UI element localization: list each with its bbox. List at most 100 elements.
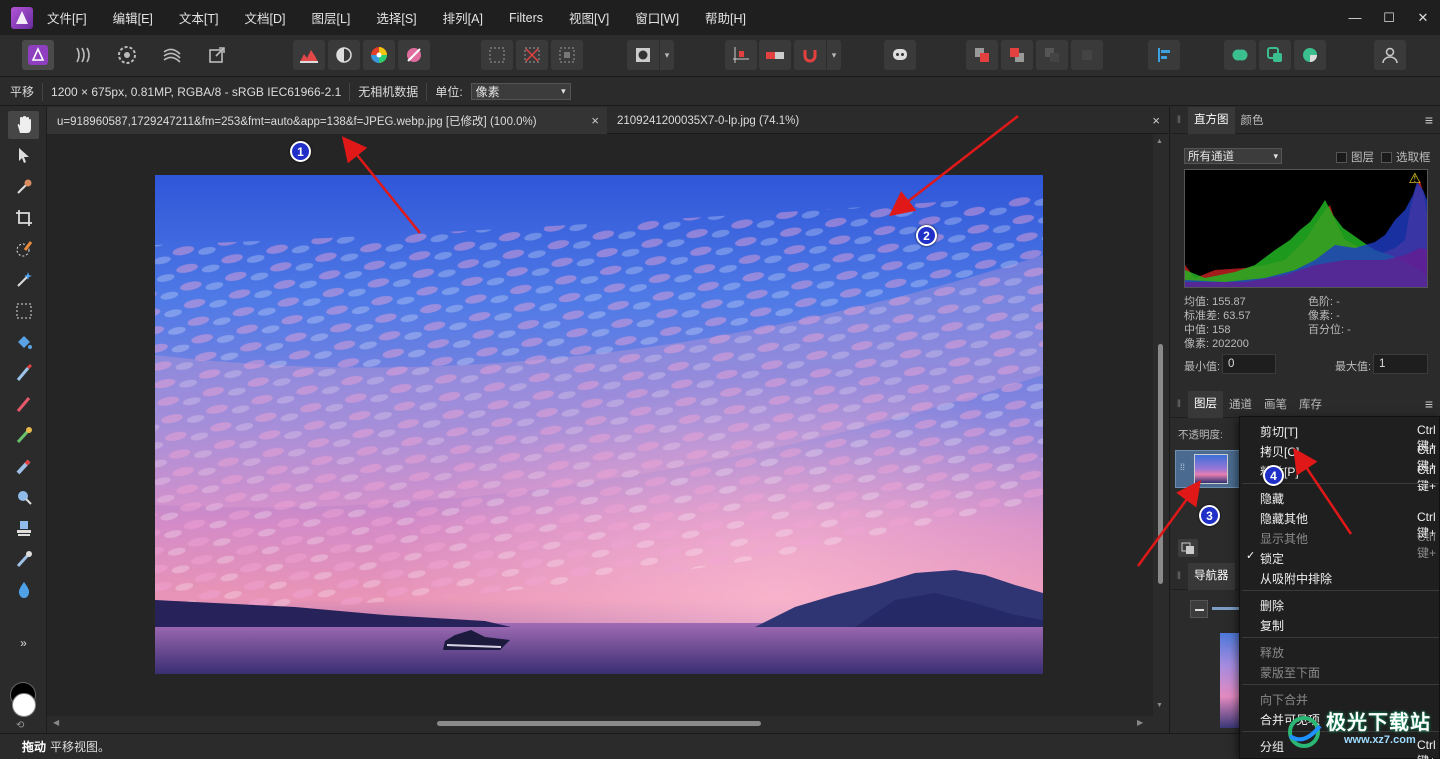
menu-text[interactable]: 文本[T] [179, 8, 219, 27]
healing-brush-tool-icon[interactable] [8, 545, 39, 573]
user-account-icon[interactable] [1374, 40, 1406, 70]
navigator-preview[interactable] [1220, 633, 1240, 728]
menu-item-duplicate[interactable]: 复制 [1260, 617, 1440, 634]
horizontal-scrollbar[interactable]: ◀ ▶ [47, 716, 1168, 731]
channel-select[interactable]: 所有通道 ▾ [1184, 148, 1282, 164]
move-forward-icon[interactable] [1001, 40, 1033, 70]
snapping-magnet-icon[interactable] [794, 40, 826, 70]
histogram-levels-icon[interactable] [293, 40, 325, 70]
auto-contrast-icon[interactable] [328, 40, 360, 70]
menu-file[interactable]: 文件[F] [47, 8, 87, 27]
flood-fill-tool-icon[interactable] [8, 328, 39, 356]
zoom-out-button[interactable] [1190, 600, 1208, 618]
scroll-down-icon[interactable]: ▼ [1156, 702, 1163, 709]
minimize-button[interactable]: — [1338, 10, 1372, 25]
checkbox-box[interactable] [1381, 151, 1392, 163]
vertical-scrollbar[interactable]: ▲ ▼ [1153, 134, 1168, 716]
scroll-right-icon[interactable]: ▶ [1137, 718, 1143, 727]
more-tools-button[interactable]: » [8, 629, 39, 657]
panel-grip-icon[interactable]: ‖ [1170, 399, 1188, 410]
unit-select[interactable]: 像素 ▾ [470, 83, 571, 100]
selection-brush-tool-icon[interactable] [8, 235, 39, 263]
swap-colors-icon[interactable]: ⟲ [16, 720, 24, 731]
scroll-left-icon[interactable]: ◀ [53, 718, 59, 727]
menu-item-hide-others[interactable]: 隐藏其他 Ctrl 键+ [1260, 510, 1440, 540]
canvas-area[interactable] [47, 134, 1153, 716]
develop-persona-icon[interactable] [111, 40, 143, 70]
move-to-front-icon[interactable] [966, 40, 998, 70]
panel-menu-icon[interactable]: ≡ [1425, 112, 1433, 128]
tab-channels[interactable]: 通道 [1223, 396, 1258, 412]
quick-mask-icon[interactable] [627, 40, 659, 70]
menu-help[interactable]: 帮助[H] [705, 8, 746, 27]
menu-arrange[interactable]: 排列[A] [443, 8, 483, 27]
max-value-field[interactable]: 1 [1373, 354, 1428, 374]
color-picker-tool-icon[interactable] [8, 173, 39, 201]
tab-document-1[interactable]: u=918960587,1729247211&fm=253&fmt=auto&a… [47, 107, 607, 134]
move-to-back-icon[interactable] [1071, 40, 1103, 70]
align-icon[interactable] [1148, 40, 1180, 70]
menu-layer[interactable]: 图层[L] [311, 8, 350, 27]
paint-brush-tool-icon[interactable] [8, 359, 39, 387]
menu-item-show-others[interactable]: 显示其他 Ctrl 键+ [1260, 530, 1440, 560]
marquee-tool-icon[interactable] [8, 297, 39, 325]
menu-view[interactable]: 视图[V] [569, 8, 609, 27]
panel-grip-icon[interactable]: ‖ [1170, 115, 1188, 126]
invert-selection-icon[interactable] [551, 40, 583, 70]
panel-grip-icon[interactable]: ‖ [1170, 571, 1188, 582]
min-value-field[interactable]: 0 [1222, 354, 1276, 374]
auto-white-balance-icon[interactable] [398, 40, 430, 70]
quick-mask-dropdown[interactable]: ▾ [660, 40, 674, 70]
pixel-tool-icon[interactable] [8, 390, 39, 418]
menu-item-release[interactable]: 释放 [1260, 644, 1440, 661]
tab-document-2[interactable]: 2109241200035X7-0-lp.jpg (74.1%) × [607, 107, 1168, 134]
menu-item-lock[interactable]: 锁定 [1260, 550, 1440, 567]
crop-tool-icon[interactable] [8, 204, 39, 232]
erase-brush-tool-icon[interactable] [8, 452, 39, 480]
horizontal-scroll-thumb[interactable] [437, 721, 761, 726]
vertical-scroll-thumb[interactable] [1158, 344, 1163, 584]
tab-histogram[interactable]: 直方图 [1188, 106, 1235, 134]
deselect-icon[interactable] [516, 40, 548, 70]
force-pixel-alignment-icon[interactable] [759, 40, 791, 70]
snapping-grid-icon[interactable] [725, 40, 757, 70]
menu-item-cut[interactable]: 剪切[T] Ctrl 键+ [1260, 423, 1440, 453]
boolean-subtract-icon[interactable] [1259, 40, 1291, 70]
secondary-color-swatch[interactable] [12, 693, 36, 717]
move-tool-icon[interactable] [8, 141, 39, 169]
menu-filters[interactable]: Filters [509, 11, 543, 25]
select-all-icon[interactable] [481, 40, 513, 70]
tab-navigator[interactable]: 导航器 [1188, 562, 1235, 590]
menu-item-copy[interactable]: 拷贝[C] Ctrl 键+ [1260, 443, 1440, 473]
panel-menu-icon[interactable]: ≡ [1425, 396, 1433, 412]
tab-layers[interactable]: 图层 [1188, 390, 1223, 418]
menu-edit[interactable]: 编辑[E] [113, 8, 153, 27]
menu-item-exclude-from-snapping[interactable]: 从吸附中排除 [1260, 570, 1440, 587]
menu-item-paste[interactable]: 粘贴[P]Ctrl 键+ [1260, 463, 1440, 493]
hand-tool-icon[interactable] [8, 111, 39, 139]
layer-checkbox[interactable]: 图层 [1336, 149, 1374, 165]
liquify-persona-icon[interactable] [68, 40, 100, 70]
boolean-intersect-icon[interactable] [1294, 40, 1326, 70]
scroll-up-icon[interactable]: ▲ [1156, 138, 1163, 145]
menu-window[interactable]: 窗口[W] [635, 8, 679, 27]
boolean-add-icon[interactable] [1224, 40, 1256, 70]
menu-item-delete[interactable]: 删除 [1260, 597, 1440, 614]
flood-select-tool-icon[interactable] [8, 266, 39, 294]
menu-item-mask-to-below[interactable]: 蒙版至下面 [1260, 664, 1440, 681]
close-tab-icon[interactable]: × [591, 113, 599, 128]
photo-persona-icon[interactable] [22, 40, 54, 70]
menu-document[interactable]: 文档[D] [244, 8, 285, 27]
maximize-button[interactable]: ☐ [1372, 10, 1406, 26]
layer-fx-button[interactable] [1178, 539, 1198, 557]
layer-row-selected[interactable]: ⁞⁞ [1175, 450, 1245, 488]
close-window-button[interactable]: ✕ [1406, 10, 1440, 26]
export-persona-icon[interactable] [201, 40, 233, 70]
tab-stock[interactable]: 库存 [1293, 396, 1328, 412]
menu-select[interactable]: 选择[S] [376, 8, 416, 27]
menu-item-hide[interactable]: 隐藏 [1260, 490, 1440, 507]
auto-colors-icon[interactable] [363, 40, 395, 70]
move-back-icon[interactable] [1036, 40, 1068, 70]
tab-color[interactable]: 颜色 [1235, 112, 1270, 128]
close-tab-icon[interactable]: × [1152, 113, 1160, 128]
